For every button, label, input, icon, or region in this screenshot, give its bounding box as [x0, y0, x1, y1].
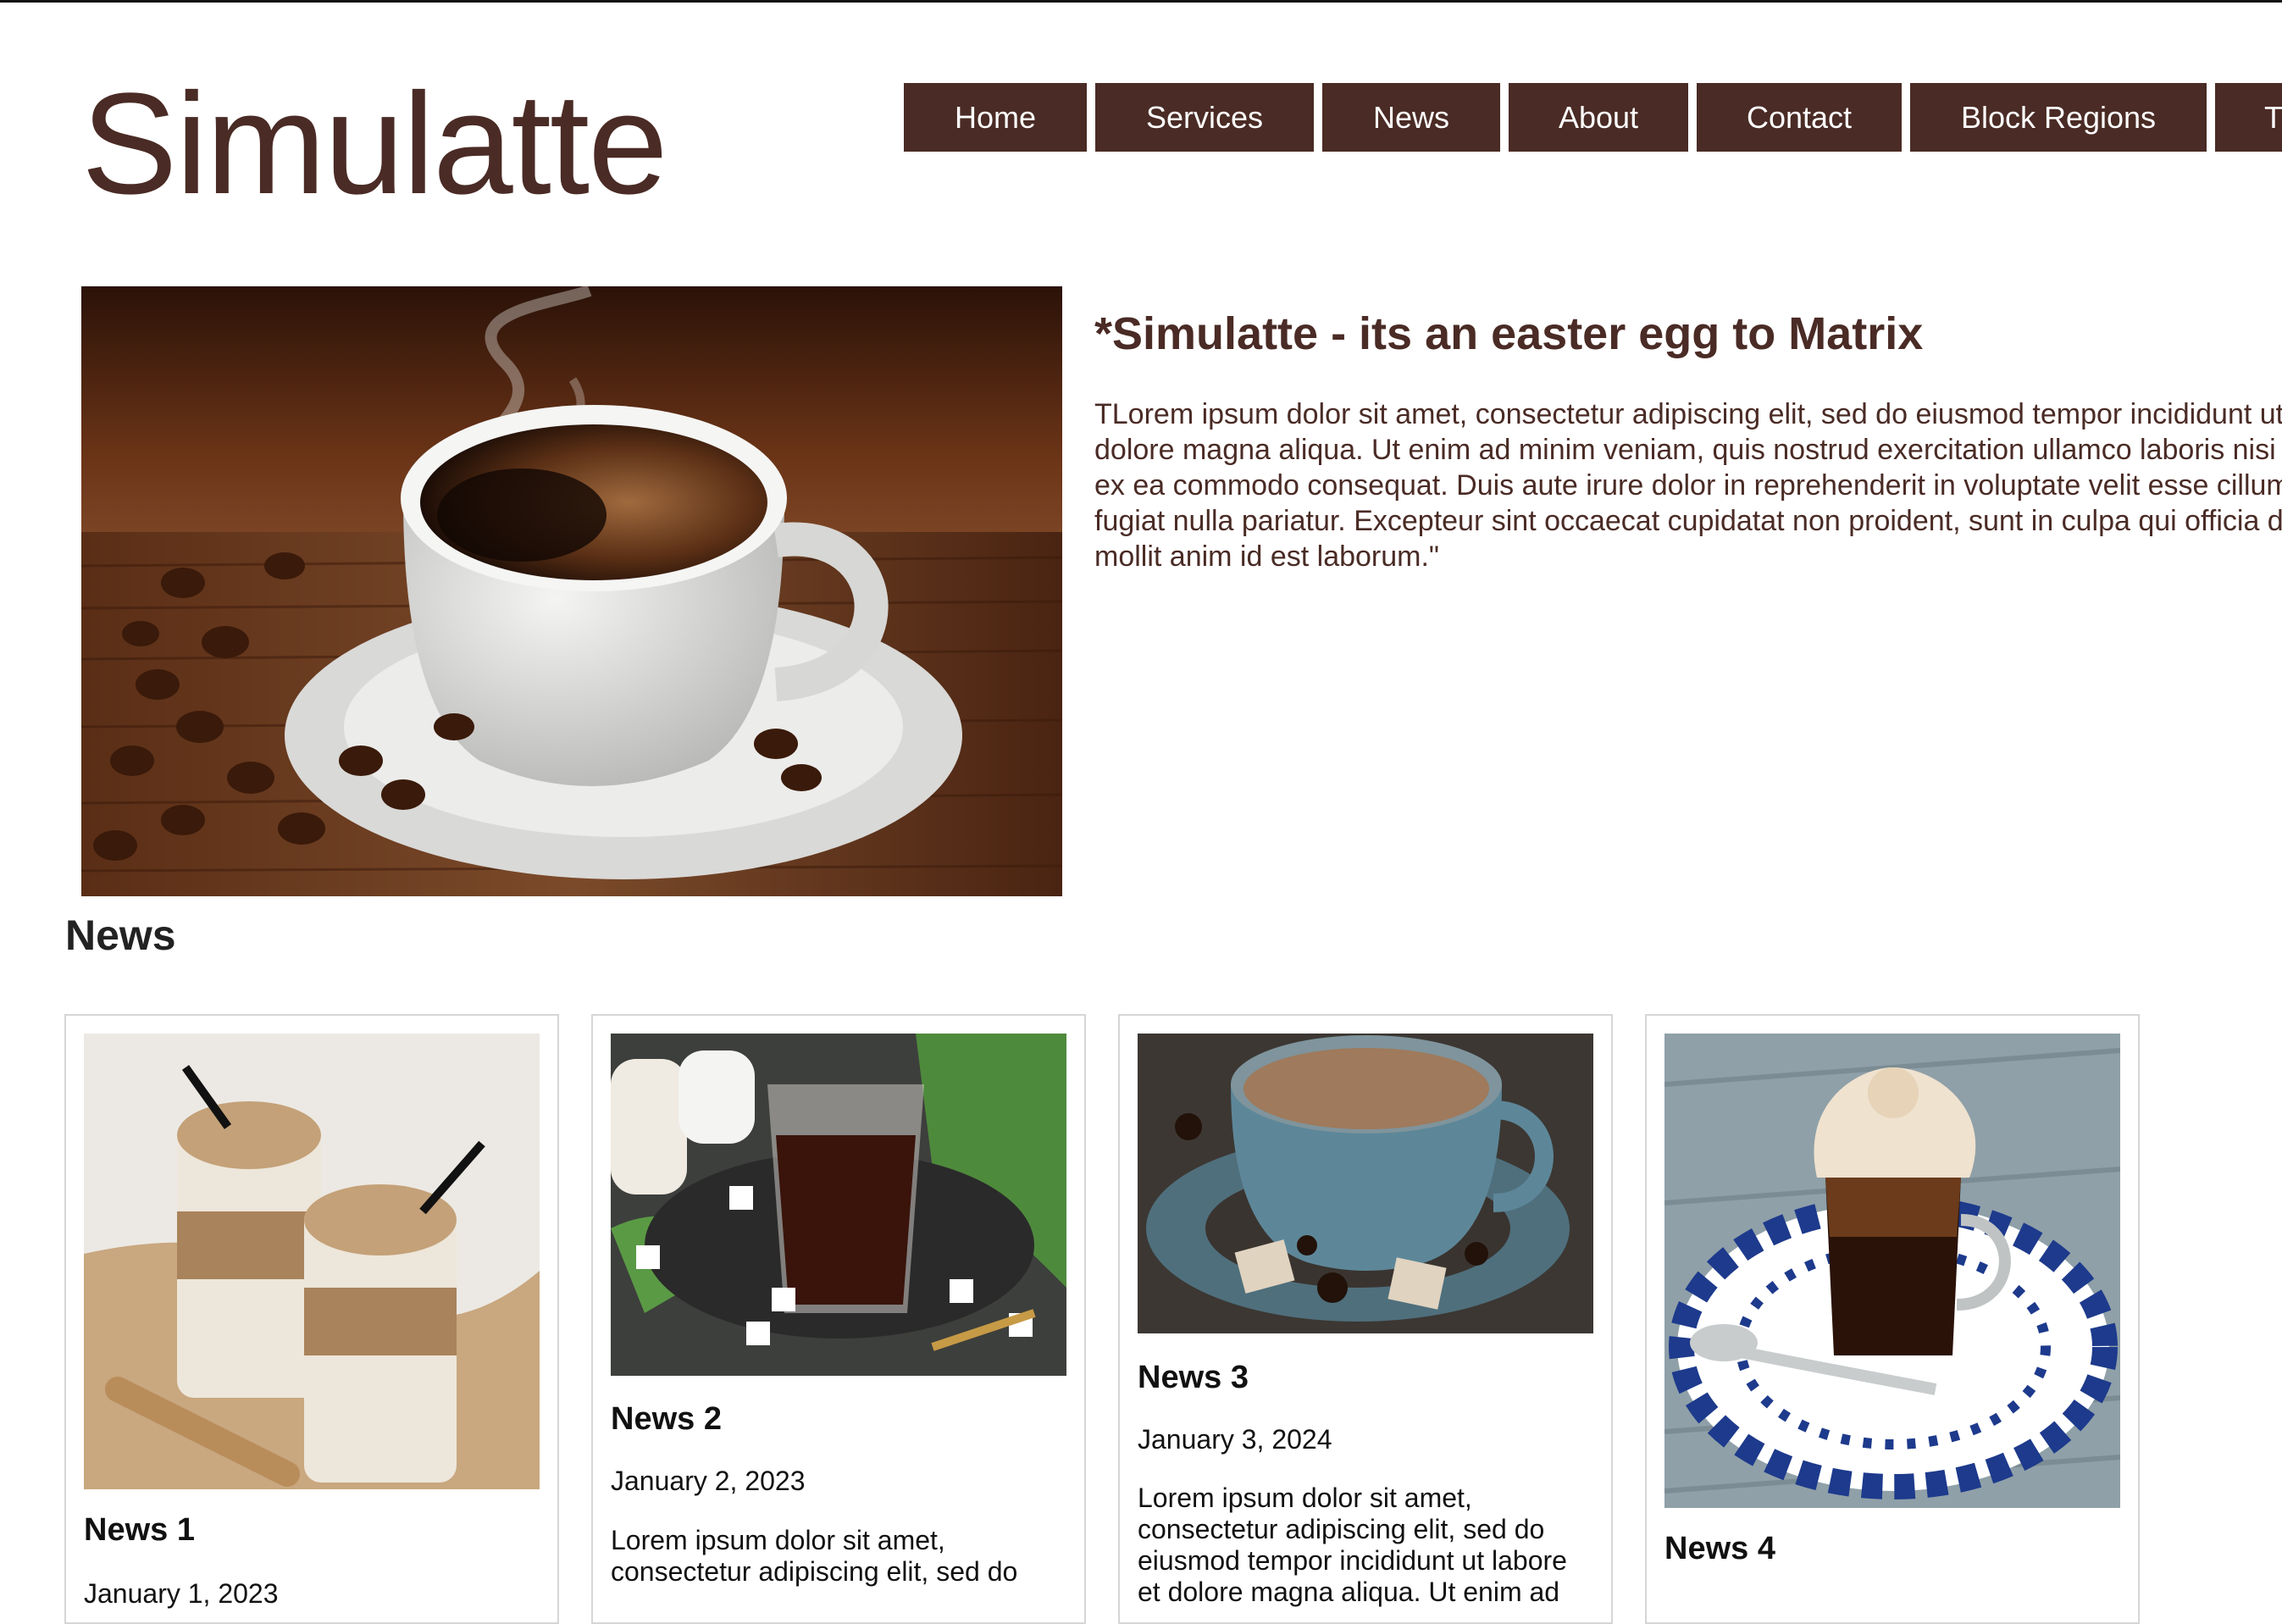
nav-item-block-regions[interactable]: Block Regions	[1910, 83, 2207, 152]
hero-line: ex ea commodo consequat. Duis aute irure…	[1094, 469, 2282, 502]
nav-item-contact[interactable]: Contact	[1697, 83, 1902, 152]
news-card-body-line: eiusmod tempor incididunt ut labore	[1138, 1545, 1567, 1576]
nav-item-about[interactable]: About	[1509, 83, 1688, 152]
hero-paragraph: TLorem ipsum dolor sit amet, consectetur…	[1094, 396, 2282, 574]
site-logo[interactable]: Simulatte	[81, 59, 668, 229]
nav-item-services[interactable]: Services	[1095, 83, 1314, 152]
hero-line: mollit anim id est laborum."	[1094, 540, 1439, 573]
news-card-title[interactable]: News 4	[1664, 1531, 1775, 1567]
news-card[interactable]: News 2 January 2, 2023 Lorem ipsum dolor…	[591, 1014, 1086, 1624]
hero-line: dolore magna aliqua. Ut enim ad minim ve…	[1094, 434, 2282, 466]
cream-coffee-saucer-image	[1664, 1034, 2120, 1508]
news-card-image	[611, 1034, 1066, 1376]
hero-line: fugiat nulla pariatur. Excepteur sint oc…	[1094, 505, 2282, 537]
news-card-date: January 2, 2023	[611, 1466, 806, 1496]
main-nav: Home Services News About Contact Block R…	[904, 83, 2282, 152]
news-card-date: January 1, 2023	[84, 1578, 279, 1609]
blue-cup-coffee-image	[1138, 1034, 1593, 1333]
black-coffee-glass-image	[611, 1034, 1066, 1376]
top-border	[0, 0, 2282, 3]
news-card[interactable]: News 1 January 1, 2023	[64, 1014, 559, 1624]
news-card-image	[1138, 1034, 1593, 1333]
news-card-date: January 3, 2024	[1138, 1424, 1332, 1455]
news-card-body-line: Lorem ipsum dolor sit amet,	[611, 1525, 945, 1555]
news-card-body-line: et dolore magna aliqua. Ut enim ad	[1138, 1577, 1560, 1607]
news-card-body-line: Lorem ipsum dolor sit amet,	[1138, 1483, 1472, 1513]
news-card-body: Lorem ipsum dolor sit amet, consectetur …	[611, 1525, 1068, 1588]
news-card-body-line: consectetur adipiscing elit, sed do	[1138, 1514, 1545, 1544]
hero-title: *Simulatte - its an easter egg to Matrix	[1094, 308, 1924, 359]
news-card-body-line: consectetur adipiscing elit, sed do	[611, 1556, 1018, 1587]
news-card-title[interactable]: News 1	[84, 1512, 195, 1549]
news-card[interactable]: News 4	[1645, 1014, 2140, 1624]
nav-item-truncated[interactable]: T	[2215, 83, 2282, 152]
hero-line: TLorem ipsum dolor sit amet, consectetur…	[1094, 398, 2282, 430]
news-heading: News	[65, 912, 176, 959]
nav-item-home[interactable]: Home	[904, 83, 1087, 152]
news-card-body: Lorem ipsum dolor sit amet, consectetur …	[1138, 1483, 1595, 1608]
nav-item-news[interactable]: News	[1322, 83, 1500, 152]
iced-coffee-image	[84, 1034, 540, 1489]
news-card-title[interactable]: News 2	[611, 1401, 722, 1438]
news-card-image	[84, 1034, 540, 1489]
hero-image	[81, 286, 1062, 896]
news-card-image	[1664, 1034, 2120, 1508]
news-card-title[interactable]: News 3	[1138, 1360, 1249, 1396]
coffee-cup-hero-image	[81, 286, 1062, 896]
news-card[interactable]: News 3 January 3, 2024 Lorem ipsum dolor…	[1118, 1014, 1613, 1624]
